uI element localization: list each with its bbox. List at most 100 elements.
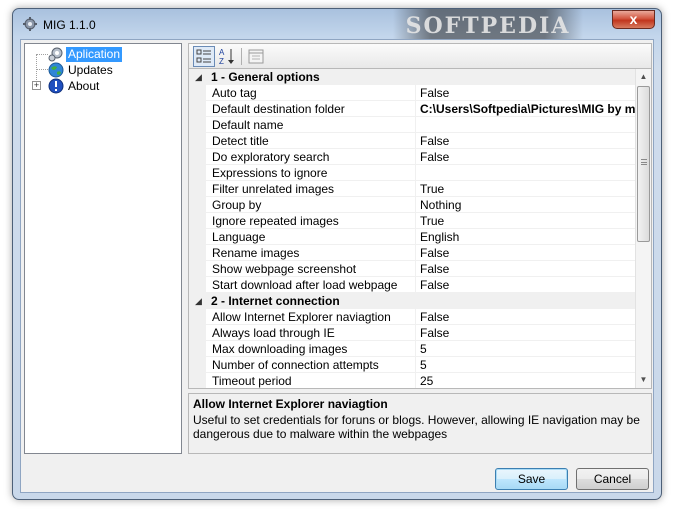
property-value[interactable]: Nothing: [416, 197, 636, 213]
scroll-up-icon[interactable]: ▲: [636, 69, 651, 85]
svg-text:A: A: [219, 48, 225, 57]
row-margin: [189, 213, 206, 229]
property-value[interactable]: False: [416, 149, 636, 165]
property-pages-button[interactable]: [245, 46, 267, 67]
property-row[interactable]: Max downloading images 5: [189, 341, 636, 357]
row-margin: [189, 149, 206, 165]
grip-icon: [641, 159, 647, 165]
collapse-triangle-icon[interactable]: ◢: [195, 69, 202, 85]
client-area: Aplication Updates + About A Z ◢ 1 - Gen…: [20, 39, 654, 493]
property-value[interactable]: True: [416, 181, 636, 197]
property-row[interactable]: Detect title False: [189, 133, 636, 149]
row-margin: [189, 357, 206, 373]
tree-item-label: About: [68, 79, 100, 93]
property-row[interactable]: Timeout period 25: [189, 373, 636, 388]
property-name: Filter unrelated images: [206, 181, 416, 197]
category-internet-connection[interactable]: ◢ 2 - Internet connection: [189, 293, 636, 309]
property-row[interactable]: Show webpage screenshot False: [189, 261, 636, 277]
categorized-icon: [196, 49, 211, 63]
row-margin: [189, 101, 206, 117]
property-row[interactable]: Ignore repeated images True: [189, 213, 636, 229]
property-name: Rename images: [206, 245, 416, 261]
property-value[interactable]: 5: [416, 357, 636, 373]
property-value[interactable]: False: [416, 85, 636, 101]
property-name: Timeout period: [206, 373, 416, 388]
row-margin: [189, 197, 206, 213]
row-margin: [189, 277, 206, 293]
vertical-scrollbar[interactable]: ▲ ▼: [635, 69, 651, 388]
row-margin: [189, 181, 206, 197]
alphabetical-button[interactable]: A Z: [216, 46, 238, 67]
property-value[interactable]: False: [416, 325, 636, 341]
property-value[interactable]: [416, 117, 636, 133]
app-window: MIG 1.1.0 SOFTPEDIA x Aplication Updates…: [12, 8, 662, 500]
description-title: Allow Internet Explorer naviagtion: [193, 397, 388, 411]
scroll-thumb[interactable]: [637, 86, 650, 242]
row-margin: [189, 325, 206, 341]
row-margin: [189, 245, 206, 261]
tree-line: [36, 54, 48, 55]
title-bar[interactable]: MIG 1.1.0 SOFTPEDIA x: [13, 9, 661, 39]
property-row[interactable]: Do exploratory search False: [189, 149, 636, 165]
property-row[interactable]: Expressions to ignore: [189, 165, 636, 181]
collapse-triangle-icon[interactable]: ◢: [195, 293, 202, 309]
property-row[interactable]: Auto tag False: [189, 85, 636, 101]
property-value[interactable]: C:\Users\Softpedia\Pictures\MIG by mi: [416, 101, 636, 117]
categorized-button[interactable]: [193, 46, 215, 67]
close-button[interactable]: x: [612, 10, 655, 29]
description-text: Useful to set credentials for foruns or …: [193, 413, 640, 441]
property-name: Default name: [206, 117, 416, 133]
property-row[interactable]: Default destination folder C:\Users\Softp…: [189, 101, 636, 117]
property-name: Allow Internet Explorer naviagtion: [206, 309, 416, 325]
row-margin: [189, 373, 206, 388]
property-row[interactable]: Filter unrelated images True: [189, 181, 636, 197]
property-value[interactable]: [416, 165, 636, 181]
description-panel: Allow Internet Explorer naviagtion Usefu…: [188, 393, 652, 454]
property-value[interactable]: 25: [416, 373, 636, 388]
toolbar-separator: [241, 48, 242, 65]
tree-item-label: Updates: [68, 63, 113, 77]
category-label: 1 - General options: [211, 70, 320, 84]
property-name: Group by: [206, 197, 416, 213]
svg-text:Z: Z: [219, 57, 224, 66]
row-margin: [189, 229, 206, 245]
watermark: SOFTPEDIA: [393, 9, 583, 39]
cancel-button[interactable]: Cancel: [576, 468, 649, 490]
alphabetical-sort-icon: A Z: [219, 48, 234, 66]
property-value[interactable]: False: [416, 245, 636, 261]
close-icon: x: [629, 11, 638, 27]
row-margin: [189, 165, 206, 181]
property-row[interactable]: Default name: [189, 117, 636, 133]
property-value[interactable]: False: [416, 133, 636, 149]
navigation-tree[interactable]: Aplication Updates + About: [24, 43, 182, 454]
property-row[interactable]: Number of connection attempts 5: [189, 357, 636, 373]
property-row[interactable]: Language English: [189, 229, 636, 245]
property-grid-body[interactable]: ◢ 1 - General options Auto tag False Defa…: [188, 68, 652, 389]
property-value[interactable]: True: [416, 213, 636, 229]
row-margin: [189, 85, 206, 101]
row-margin: [189, 309, 206, 325]
property-row[interactable]: Allow Internet Explorer naviagtion False: [189, 309, 636, 325]
property-name: Language: [206, 229, 416, 245]
category-general-options[interactable]: ◢ 1 - General options: [189, 69, 636, 85]
expand-plus-icon[interactable]: +: [32, 81, 41, 90]
property-value[interactable]: English: [416, 229, 636, 245]
property-name: Show webpage screenshot: [206, 261, 416, 277]
property-name: Number of connection attempts: [206, 357, 416, 373]
property-value[interactable]: 5: [416, 341, 636, 357]
property-name: Auto tag: [206, 85, 416, 101]
property-value[interactable]: False: [416, 261, 636, 277]
property-row[interactable]: Rename images False: [189, 245, 636, 261]
property-value[interactable]: False: [416, 277, 636, 293]
info-icon: [48, 78, 64, 94]
globe-icon: [48, 62, 64, 78]
property-row[interactable]: Start download after load webpage False: [189, 277, 636, 293]
property-value[interactable]: False: [416, 309, 636, 325]
category-label: 2 - Internet connection: [211, 294, 340, 308]
scroll-down-icon[interactable]: ▼: [636, 372, 651, 388]
property-name: Detect title: [206, 133, 416, 149]
property-row[interactable]: Group by Nothing: [189, 197, 636, 213]
save-button[interactable]: Save: [495, 468, 568, 490]
property-row[interactable]: Always load through IE False: [189, 325, 636, 341]
property-name: Max downloading images: [206, 341, 416, 357]
